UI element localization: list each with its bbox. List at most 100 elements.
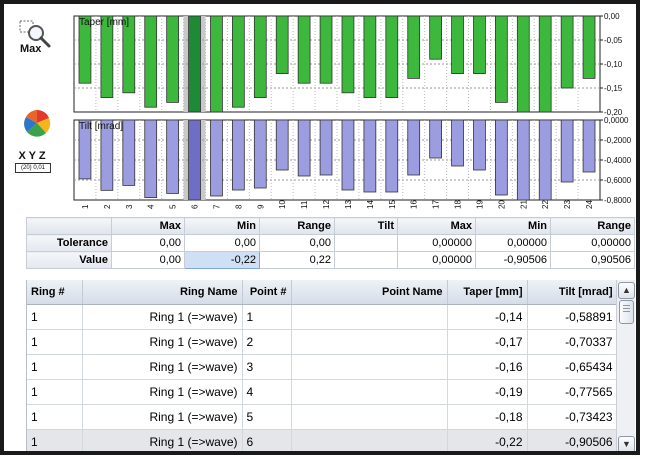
x-tick-label: 21: [519, 200, 528, 209]
grid-cell-name[interactable]: Ring 1 (=>wave): [82, 429, 243, 451]
bar: [495, 15, 508, 103]
bar: [188, 119, 201, 201]
summary-header-cell: [26, 217, 112, 235]
bar: [451, 119, 464, 167]
grid-cell-ring[interactable]: 1: [27, 354, 83, 380]
summary-cell[interactable]: 0,00: [259, 234, 335, 252]
x-tick-label: 12: [322, 200, 331, 209]
bar: [210, 119, 223, 197]
grid-cell-point-name[interactable]: [291, 379, 448, 405]
summary-cell[interactable]: 0,22: [259, 251, 335, 269]
grid-cell-point-name[interactable]: [291, 429, 448, 451]
vertical-scrollbar[interactable]: ▲ ▼: [616, 280, 635, 451]
grid-cell-tilt[interactable]: -0,73423: [527, 404, 617, 430]
x-tick-label: 6: [191, 204, 200, 209]
summary-header-cell: Range: [550, 217, 635, 235]
bar: [538, 15, 552, 113]
grid-cell-point[interactable]: 6: [242, 429, 292, 451]
grid-cell-name[interactable]: Ring 1 (=>wave): [82, 455, 242, 456]
grid-cell-point[interactable]: 2: [242, 329, 292, 355]
grid-cell-name[interactable]: Ring 1 (=>wave): [82, 304, 243, 330]
column-header-taper[interactable]: Taper [mm]: [447, 280, 528, 305]
x-tick-label: 1: [81, 204, 90, 209]
bar: [582, 119, 596, 173]
table-row[interactable]: 1 Ring 1 (=>wave) 5 -0,18 -0,73423: [27, 404, 617, 430]
grid-cell-taper[interactable]: -0,16: [447, 354, 528, 380]
summary-cell[interactable]: 0,00000: [475, 234, 551, 252]
bar: [253, 15, 267, 98]
summary-cell[interactable]: 0,00: [184, 234, 260, 252]
grid-cell-tilt[interactable]: -0,77565: [527, 379, 617, 405]
table-row[interactable]: 1 Ring 1 (=>wave) 6 -0,22 -0,90506: [27, 429, 617, 451]
grid-cell-point[interactable]: 4: [242, 379, 292, 405]
grid-cell-point-name[interactable]: [291, 329, 448, 355]
bar: [582, 15, 596, 79]
grid-cell-point-name[interactable]: [291, 404, 448, 430]
summary-cell[interactable]: 0,00: [111, 234, 185, 252]
grid-cell-point[interactable]: 5: [242, 404, 292, 430]
grid-cell-point-name[interactable]: [291, 304, 448, 330]
grid-cell-ring[interactable]: 1: [27, 455, 82, 456]
grid-cell-ring[interactable]: 1: [27, 429, 83, 451]
grid-cell-point-name[interactable]: [291, 354, 448, 380]
grid-cell-tilt[interactable]: -0,65434: [527, 354, 617, 380]
summary-cell[interactable]: [334, 251, 398, 269]
y-tick-label: -0,8000: [604, 196, 632, 205]
bar: [275, 15, 289, 74]
table-row[interactable]: 1 Ring 1 (=>wave) 3 -0,16 -0,65434: [27, 354, 617, 380]
column-header-point-number[interactable]: Point #: [242, 280, 292, 305]
scroll-up-icon[interactable]: ▲: [618, 282, 635, 299]
table-row[interactable]: 1 Ring 1 (=>wave) 2 -0,17 -0,70337: [27, 329, 617, 355]
summary-cell[interactable]: 0,00: [111, 251, 185, 269]
table-row[interactable]: 1 Ring 1 (=>wave) 4 -0,19 -0,77565: [27, 379, 617, 405]
grid-cell-ring[interactable]: 1: [27, 304, 83, 330]
grid-cell-point[interactable]: 7: [242, 455, 291, 456]
column-header-ring-number[interactable]: Ring #: [27, 280, 83, 305]
points-grid: Ring # Ring Name Point # Point Name Tape…: [26, 280, 617, 456]
bar: [516, 15, 530, 113]
bar: [560, 119, 574, 183]
column-header-tilt[interactable]: Tilt [mrad]: [527, 280, 617, 305]
grid-cell-point[interactable]: 3: [242, 354, 292, 380]
summary-table: Max Min Range Tilt Max Min Range Toleran…: [26, 217, 635, 269]
grid-cell-tilt[interactable]: -0,90506: [527, 429, 617, 451]
grid-cell-tilt[interactable]: -0,82052: [527, 455, 617, 456]
x-tick-label: 14: [366, 200, 375, 209]
grid-cell-ring[interactable]: 1: [27, 329, 83, 355]
grid-cell-name[interactable]: Ring 1 (=>wave): [82, 379, 243, 405]
grid-cell-name[interactable]: Ring 1 (=>wave): [82, 404, 243, 430]
column-header-point-name[interactable]: Point Name: [291, 280, 448, 305]
grid-cell-taper[interactable]: -0,18: [447, 404, 528, 430]
grid-cell-taper[interactable]: -0,17: [447, 329, 528, 355]
grid-cell-point-name[interactable]: [291, 455, 447, 456]
summary-cell[interactable]: 0,90506: [550, 251, 635, 269]
grid-cell-ring[interactable]: 1: [27, 379, 83, 405]
scroll-thumb[interactable]: [619, 300, 634, 324]
summary-cell[interactable]: [334, 234, 398, 252]
table-row[interactable]: 1Ring 1 (=>wave)7 -0,20-0,82052: [27, 455, 617, 456]
grid-cell-name[interactable]: Ring 1 (=>wave): [82, 329, 243, 355]
summary-cell[interactable]: 0,00000: [397, 251, 476, 269]
grid-cell-taper[interactable]: -0,22: [447, 429, 528, 451]
grid-cell-point[interactable]: 1: [242, 304, 292, 330]
x-tick-label: 16: [410, 200, 419, 209]
summary-cell[interactable]: 0,00000: [550, 234, 635, 252]
bar: [122, 119, 136, 186]
summary-cell[interactable]: -0,90506: [475, 251, 551, 269]
grid-cell-taper[interactable]: -0,14: [447, 304, 528, 330]
table-row[interactable]: 1 Ring 1 (=>wave) 1 -0,14 -0,58891: [27, 304, 617, 330]
grid-cell-name[interactable]: Ring 1 (=>wave): [82, 354, 243, 380]
x-tick-label: 2: [103, 204, 112, 209]
grid-cell-taper[interactable]: -0,19: [447, 379, 528, 405]
summary-cell[interactable]: 0,00000: [397, 234, 476, 252]
grid-cell-tilt[interactable]: -0,58891: [527, 304, 617, 330]
scroll-down-icon[interactable]: ▼: [618, 436, 635, 451]
column-header-ring-name[interactable]: Ring Name: [82, 280, 243, 305]
grid-cell-taper[interactable]: -0,20: [447, 455, 527, 456]
summary-cell-selected[interactable]: -0,22: [184, 251, 260, 269]
bar: [275, 119, 289, 171]
grid-cell-tilt[interactable]: -0,70337: [527, 329, 617, 355]
x-tick-label: 23: [563, 200, 572, 209]
grid-cell-ring[interactable]: 1: [27, 404, 83, 430]
x-tick-label: 17: [432, 200, 441, 209]
